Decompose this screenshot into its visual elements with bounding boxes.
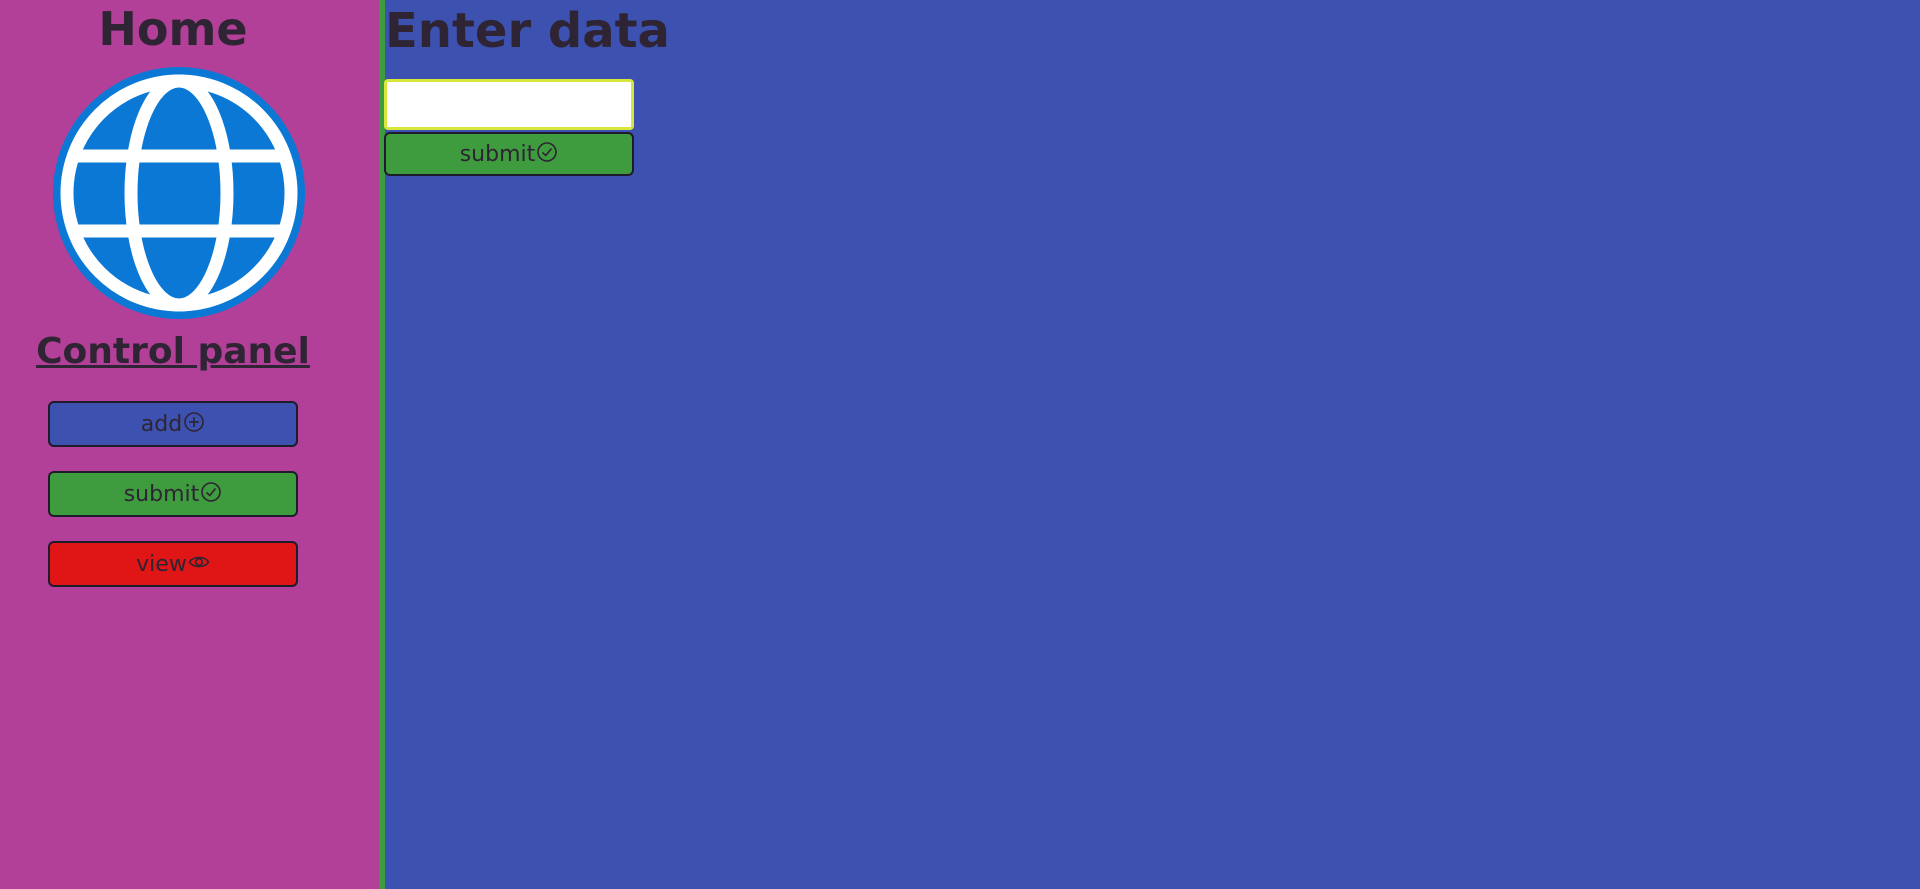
view-button-label: view	[136, 551, 187, 577]
view-button[interactable]: view	[48, 541, 298, 587]
page-title: Enter data	[385, 3, 670, 59]
submit-button[interactable]: submit	[384, 132, 634, 176]
control-panel-heading: Control panel	[36, 331, 310, 372]
sidebar-submit-button[interactable]: submit	[48, 471, 298, 517]
home-title: Home	[98, 2, 248, 56]
eye-icon	[188, 556, 210, 568]
check-circle-icon	[537, 142, 558, 162]
add-button[interactable]: add	[48, 401, 298, 447]
globe-icon	[53, 67, 305, 319]
data-input[interactable]	[384, 79, 634, 130]
sidebar-submit-label: submit	[123, 481, 200, 507]
check-circle-icon	[201, 482, 222, 502]
plus-circle-icon	[184, 412, 205, 432]
app-window: Home Control panel add submit view Enter…	[0, 0, 1920, 889]
submit-button-label: submit	[459, 141, 536, 167]
sidebar: Home Control panel add submit view	[0, 0, 385, 889]
add-button-label: add	[140, 411, 183, 437]
